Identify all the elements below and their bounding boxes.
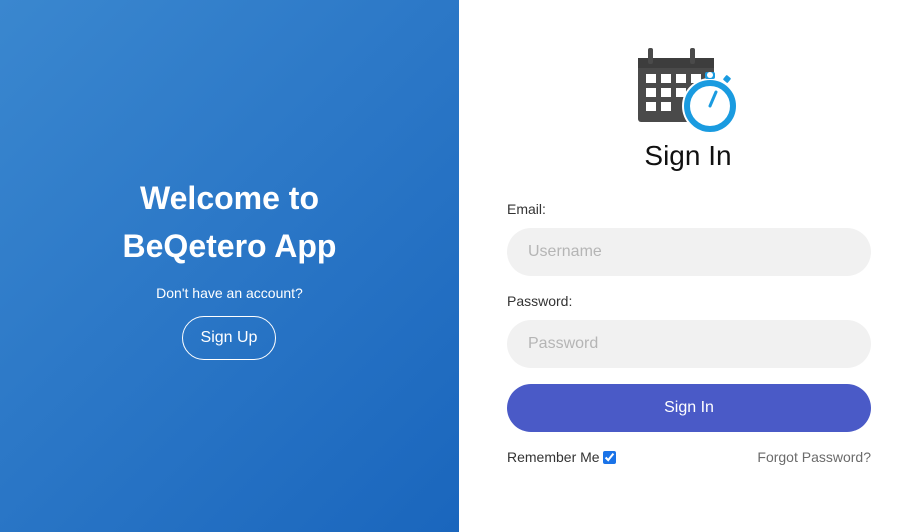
page-title: Sign In	[644, 140, 732, 171]
no-account-text: Don't have an account?	[156, 285, 303, 301]
welcome-title: Welcome to BeQetero App	[122, 180, 337, 264]
sign-up-button[interactable]: Sign Up	[182, 316, 276, 360]
password-field[interactable]	[507, 320, 871, 368]
sign-in-button[interactable]: Sign In	[507, 384, 871, 432]
forgot-password-link[interactable]: Forgot Password?	[757, 448, 871, 466]
calendar-stopwatch-icon	[638, 48, 738, 134]
email-label: Email:	[507, 201, 546, 217]
remember-me-label: Remember Me	[507, 449, 600, 465]
remember-me-checkbox[interactable]	[602, 450, 616, 464]
sign-in-panel: Sign In Email: Password: Sign In Remembe…	[459, 0, 917, 532]
email-field[interactable]	[507, 228, 871, 276]
welcome-panel: Welcome to BeQetero App Don't have an ac…	[0, 0, 459, 532]
password-label: Password:	[507, 293, 573, 309]
remember-me: Remember Me	[507, 448, 616, 466]
